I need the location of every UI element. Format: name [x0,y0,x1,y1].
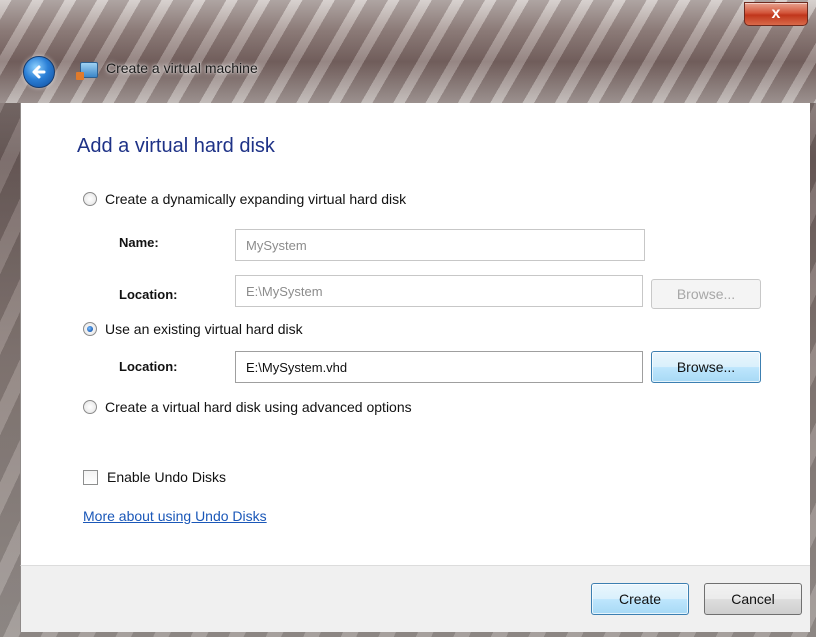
radio-advanced-options-circle[interactable] [83,400,97,414]
dialog-footer: Create Cancel [20,565,810,632]
create-button[interactable]: Create [591,583,689,615]
title-bar[interactable] [0,0,816,103]
dialog-content: Add a virtual hard disk Create a dynamic… [20,103,810,565]
existing-location-field[interactable]: E:\MySystem.vhd [235,351,643,383]
undo-disks-checkbox-label: Enable Undo Disks [107,469,227,485]
existing-browse-button[interactable]: Browse... [651,351,761,383]
name-label: Name: [119,235,159,250]
window-title: Create a virtual machine [106,60,258,76]
cancel-button[interactable]: Cancel [704,583,802,615]
radio-dynamic-disk[interactable]: Create a dynamically expanding virtual h… [83,191,406,207]
radio-existing-disk[interactable]: Use an existing virtual hard disk [83,321,303,337]
close-icon: x [771,5,781,22]
undo-disks-help-link[interactable]: More about using Undo Disks [83,508,267,524]
name-field[interactable]: MySystem [235,229,645,261]
undo-disks-checkbox[interactable]: Enable Undo Disks [83,469,226,485]
undo-disks-checkbox-box[interactable] [83,469,98,485]
dynamic-location-field[interactable]: E:\MySystem [235,275,643,307]
radio-advanced-options-label: Create a virtual hard disk using advance… [105,399,412,415]
radio-existing-disk-circle[interactable] [83,322,97,336]
virtual-pc-icon [76,62,98,80]
radio-advanced-options[interactable]: Create a virtual hard disk using advance… [83,399,412,415]
page-title: Add a virtual hard disk [77,135,275,157]
dynamic-browse-button[interactable]: Browse... [651,279,761,309]
radio-dynamic-disk-circle[interactable] [83,192,97,206]
back-button[interactable] [23,56,55,88]
dynamic-location-label: Location: [119,287,178,302]
back-arrow-icon [32,65,46,79]
radio-dynamic-disk-label: Create a dynamically expanding virtual h… [105,191,407,207]
radio-existing-disk-label: Use an existing virtual hard disk [105,321,303,337]
existing-location-label: Location: [119,359,178,374]
close-button[interactable]: x [744,2,808,26]
